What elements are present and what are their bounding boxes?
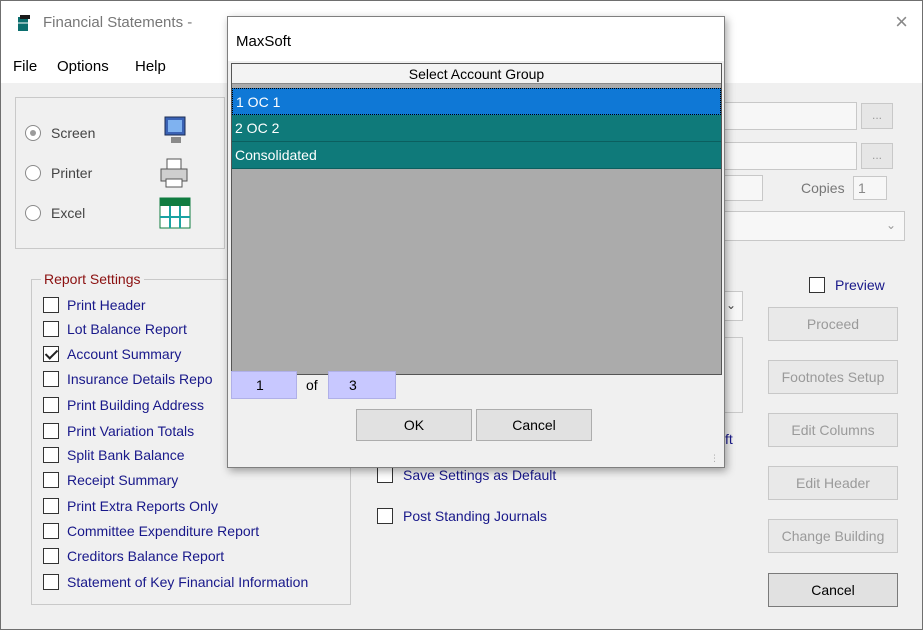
checkbox[interactable] xyxy=(43,397,59,413)
report-option[interactable]: Statement of Key Financial Information xyxy=(43,574,308,590)
monitor-icon xyxy=(164,116,186,143)
checkbox[interactable] xyxy=(43,423,59,439)
current-record-field[interactable]: 1 xyxy=(231,371,297,399)
dialog-title: MaxSoft xyxy=(228,17,724,61)
copies-label: Copies xyxy=(801,180,845,196)
checkbox-label: Save Settings as Default xyxy=(403,467,557,483)
report-option[interactable]: Account Summary xyxy=(43,346,181,362)
checkbox-label: Print Extra Reports Only xyxy=(67,498,218,514)
report-settings-legend: Report Settings xyxy=(41,271,144,287)
checkbox[interactable] xyxy=(43,548,59,564)
grid-row[interactable]: Consolidated xyxy=(232,142,721,169)
radio-screen[interactable]: Screen xyxy=(25,125,95,141)
report-option[interactable]: Insurance Details Repo xyxy=(43,371,213,387)
report-option[interactable]: Print Building Address xyxy=(43,397,204,413)
footnotes-setup-button[interactable]: Footnotes Setup xyxy=(768,360,898,394)
checkbox[interactable] xyxy=(43,523,59,539)
dialog-cancel-button[interactable]: Cancel xyxy=(476,409,592,441)
checkbox[interactable] xyxy=(43,472,59,488)
edit-header-button[interactable]: Edit Header xyxy=(768,466,898,500)
grid-row[interactable]: 1 OC 1 xyxy=(232,88,721,115)
copies-input[interactable]: 1 xyxy=(853,176,887,200)
checkbox-label: Post Standing Journals xyxy=(403,508,547,524)
change-building-button[interactable]: Change Building xyxy=(768,519,898,553)
checkbox[interactable] xyxy=(43,297,59,313)
radio-label: Screen xyxy=(51,125,96,141)
report-option[interactable]: Committee Expenditure Report xyxy=(43,523,259,539)
menu-help[interactable]: Help xyxy=(135,58,166,75)
checkbox-label: Committee Expenditure Report xyxy=(67,523,260,539)
report-option[interactable]: Lot Balance Report xyxy=(43,321,187,337)
radio-label: Excel xyxy=(51,205,86,221)
checkbox-label: Insurance Details Repo xyxy=(67,371,213,387)
checkbox[interactable] xyxy=(43,498,59,514)
browse-button-1[interactable]: ... xyxy=(861,103,893,129)
checkbox-label: Print Header xyxy=(67,297,146,313)
app-icon xyxy=(18,15,30,31)
checkbox[interactable] xyxy=(377,467,393,483)
proceed-button[interactable]: Proceed xyxy=(768,307,898,341)
account-group-grid[interactable]: Select Account Group 1 OC 12 OC 2 Consoli… xyxy=(231,63,722,375)
preview-label: Preview xyxy=(835,277,885,293)
radio-excel[interactable]: Excel xyxy=(25,205,85,221)
report-option[interactable]: Print Extra Reports Only xyxy=(43,498,218,514)
checkbox-label: Print Building Address xyxy=(67,397,204,413)
report-option[interactable]: Creditors Balance Report xyxy=(43,548,224,564)
radio-button[interactable] xyxy=(25,165,41,181)
path-field-2[interactable] xyxy=(721,142,857,170)
post-standing-option[interactable]: Post Standing Journals xyxy=(377,508,547,524)
ok-button[interactable]: OK xyxy=(356,409,472,441)
checkbox[interactable] xyxy=(43,346,59,362)
checkbox-label: Statement of Key Financial Information xyxy=(67,574,309,590)
preview-option[interactable]: Preview xyxy=(809,277,885,293)
checkbox[interactable] xyxy=(43,371,59,387)
report-option[interactable]: Print Header xyxy=(43,297,146,313)
of-label: of xyxy=(306,377,318,393)
radio-button[interactable] xyxy=(25,125,41,141)
cancel-button[interactable]: Cancel xyxy=(768,573,898,607)
checkbox[interactable] xyxy=(809,277,825,293)
path-field-1[interactable] xyxy=(721,102,857,130)
resize-grip-icon[interactable]: ⋮ xyxy=(710,453,720,463)
checkbox[interactable] xyxy=(43,447,59,463)
checkbox-label: Lot Balance Report xyxy=(67,321,187,337)
close-icon[interactable]: × xyxy=(895,9,908,35)
browse-button-2[interactable]: ... xyxy=(861,143,893,169)
report-option[interactable]: Print Variation Totals xyxy=(43,423,194,439)
printer-icon xyxy=(160,158,188,188)
chevron-down-icon: ⌄ xyxy=(885,218,896,232)
menu-file[interactable]: File xyxy=(13,58,37,75)
checkbox-label: Account Summary xyxy=(67,346,182,362)
checkbox-label: Creditors Balance Report xyxy=(67,548,225,564)
total-records-field: 3 xyxy=(328,371,396,399)
dropdown-partial[interactable]: ⌄ xyxy=(721,211,905,241)
edit-columns-button[interactable]: Edit Columns xyxy=(768,413,898,447)
checkbox[interactable] xyxy=(43,321,59,337)
checkbox[interactable] xyxy=(377,508,393,524)
radio-printer[interactable]: Printer xyxy=(25,165,92,181)
report-option[interactable]: Receipt Summary xyxy=(43,472,178,488)
field-partial[interactable] xyxy=(721,175,763,201)
report-option[interactable]: Split Bank Balance xyxy=(43,447,185,463)
radio-label: Printer xyxy=(51,165,93,181)
excel-grid-icon xyxy=(159,197,191,229)
menu-options[interactable]: Options xyxy=(57,58,109,75)
grid-row[interactable]: 2 OC 2 xyxy=(232,115,721,142)
save-settings-option[interactable]: Save Settings as Default xyxy=(377,467,556,483)
partial-label: ft xyxy=(725,431,733,447)
select-account-group-dialog: MaxSoft Select Account Group 1 OC 12 OC … xyxy=(227,16,725,468)
checkbox-label: Split Bank Balance xyxy=(67,447,185,463)
checkbox-label: Print Variation Totals xyxy=(67,423,195,439)
checkbox[interactable] xyxy=(43,574,59,590)
window-title: Financial Statements - xyxy=(43,14,193,31)
grid-header: Select Account Group xyxy=(232,64,721,84)
chevron-down-icon: ⌄ xyxy=(726,298,737,312)
checkbox-label: Receipt Summary xyxy=(67,472,179,488)
radio-button[interactable] xyxy=(25,205,41,221)
